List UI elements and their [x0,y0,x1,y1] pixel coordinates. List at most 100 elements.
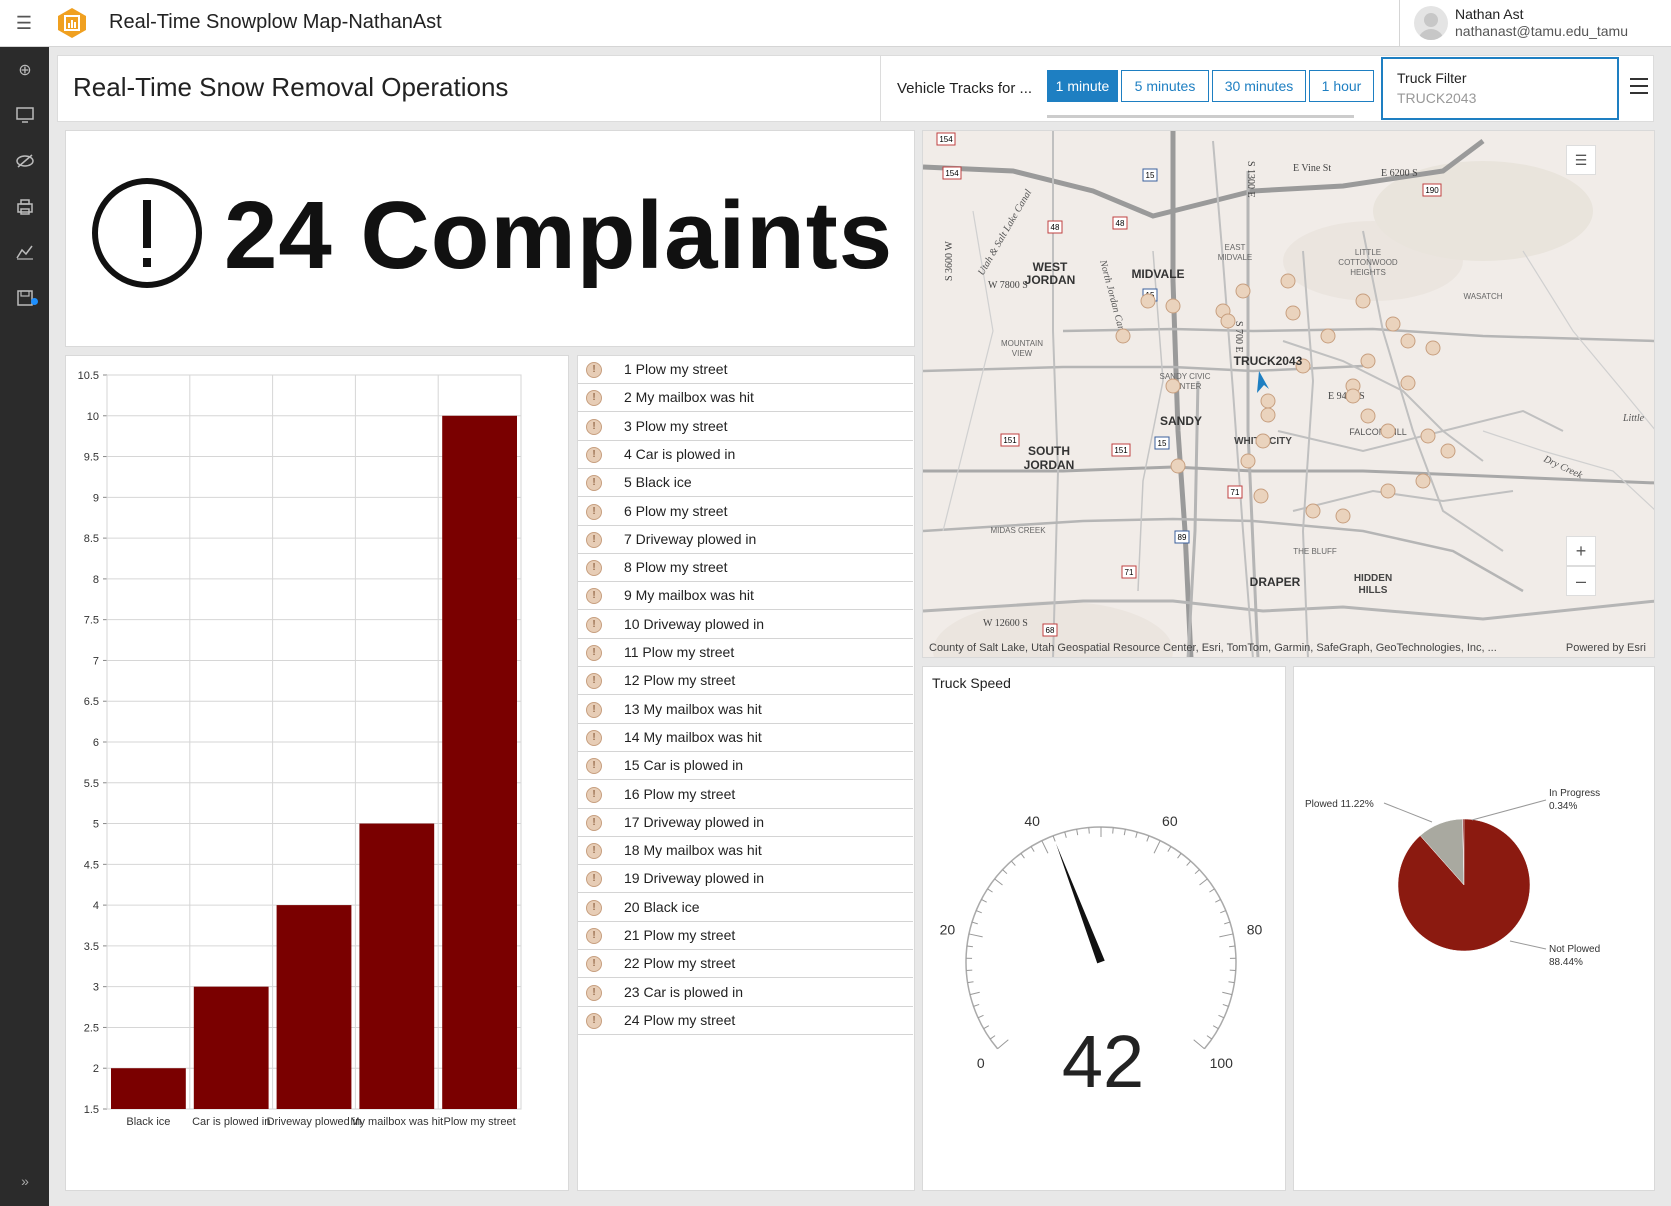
y-tick-label: 3 [93,982,99,994]
list-item[interactable]: ! 17 Driveway plowed in [578,809,913,837]
gauge-tick [987,888,993,893]
track-option-30-minutes[interactable]: 30 minutes [1212,70,1306,102]
list-item[interactable]: ! 24 Plow my street [578,1007,913,1035]
bar [193,986,269,1109]
header-menu-icon[interactable] [1630,78,1648,94]
exclamation-icon: ! [586,843,602,860]
map-label-the-bluff: THE BLUFF [1293,547,1337,556]
snowplow-map[interactable]: WEST JORDAN MIDVALE SANDY SOUTH JORDAN D… [922,130,1655,658]
svg-text:154: 154 [939,135,953,144]
list-item[interactable]: ! 22 Plow my street [578,950,913,979]
complaints-indicator: 24 Complaints [65,130,915,347]
pie-label: In Progress [1549,788,1600,799]
bar [276,905,352,1109]
list-item[interactable]: ! 11 Plow my street [578,639,913,667]
list-item-label: 15 Car is plowed in [624,757,744,774]
monitor-icon[interactable] [14,104,36,126]
map-canvas[interactable]: WEST JORDAN MIDVALE SANDY SOUTH JORDAN D… [923,131,1655,658]
list-item[interactable]: ! 6 Plow my street [578,498,913,526]
svg-text:190: 190 [1425,186,1439,195]
list-item-label: 17 Driveway plowed in [624,813,765,830]
y-tick-label: 4.5 [84,859,99,871]
list-item[interactable]: ! 12 Plow my street [578,667,913,696]
gauge-tick [994,878,1003,886]
list-item[interactable]: ! 20 Black ice [578,894,913,922]
list-item[interactable]: ! 1 Plow my street [578,356,913,384]
list-item-label: 11 Plow my street [624,644,735,660]
list-item-label: 9 My mailbox was hit [624,587,754,604]
dashboard-logo-icon [58,8,86,38]
y-tick-label: 2 [93,1063,99,1075]
map-attribution[interactable]: County of Salt Lake, Utah Geospatial Res… [929,642,1497,654]
y-tick-label: 7.5 [84,615,99,627]
pie-label: Not Plowed [1549,944,1600,955]
gauge-tick-label: 60 [1162,813,1178,829]
list-item-label: 13 My mailbox was hit [624,700,762,717]
map-road-s-1300-e: S 1300 E [1245,161,1256,198]
x-tick-label: Car is plowed in [192,1116,270,1128]
gauge-tick [1146,835,1150,842]
powered-by-esri[interactable]: Powered by Esri [1566,642,1646,654]
list-item[interactable]: ! 23 Car is plowed in [578,979,913,1007]
list-item[interactable]: ! 21 Plow my street [578,922,913,950]
exclamation-icon: ! [586,814,602,831]
list-item-label: 24 Plow my street [624,1011,736,1028]
gauge-arc [965,826,1237,1050]
gauge-tick [1167,846,1172,852]
track-option-5-minutes[interactable]: 5 minutes [1121,70,1209,102]
bar [111,1068,186,1109]
exclamation-icon: ! [586,616,602,633]
list-item[interactable]: ! 19 Driveway plowed in [578,865,913,894]
list-item-label: 4 Car is plowed in [624,445,736,462]
list-item[interactable]: ! 5 Black ice [578,469,913,498]
list-item[interactable]: ! 15 Car is plowed in [578,752,913,781]
exclamation-icon: ! [586,560,602,577]
y-tick-label: 5.5 [84,778,99,790]
track-option-1-minute[interactable]: 1 minute [1047,70,1118,102]
y-tick-label: 8 [93,574,99,586]
exclamation-icon: ! [586,758,602,775]
exclamation-icon: ! [586,1012,602,1029]
list-item-label: 12 Plow my street [624,672,736,689]
truck-filter[interactable]: Truck Filter TRUCK2043 [1381,57,1619,120]
zoom-in-button[interactable]: + [1566,536,1596,566]
list-item[interactable]: ! 9 My mailbox was hit [578,582,913,611]
map-label-mountain-view: MOUNTAIN [1001,339,1043,348]
user-menu[interactable]: Nathan Ast nathanast@tamu.edu_tamu [1399,0,1671,47]
list-item[interactable]: ! 4 Car is plowed in [578,441,913,469]
exclamation-icon: ! [586,729,602,746]
exclamation-icon: ! [586,446,602,463]
svg-text:48: 48 [1116,219,1125,228]
exclamation-icon: ! [586,786,602,803]
truck-filter-value[interactable]: TRUCK2043 [1397,90,1476,106]
expand-icon[interactable]: » [14,1173,36,1195]
svg-text:48: 48 [1051,223,1060,232]
list-item[interactable]: ! 3 Plow my street [578,413,913,441]
pie-label: 88.44% [1549,957,1583,968]
add-icon[interactable]: ⊕ [14,60,36,82]
list-item[interactable]: ! 7 Driveway plowed in [578,526,913,554]
pie-leader-line [1383,802,1433,823]
map-legend-icon[interactable]: ☰ [1566,145,1596,175]
list-item[interactable]: ! 2 My mailbox was hit [578,384,913,413]
gauge-tick [971,921,978,925]
print-icon[interactable] [14,196,36,218]
zoom-out-button[interactable]: – [1566,566,1596,596]
list-item[interactable]: ! 18 My mailbox was hit [578,837,913,866]
exclamation-icon: ! [586,645,602,661]
gauge-tick [1123,829,1126,836]
list-item-label: 14 My mailbox was hit [624,728,762,745]
track-option-1-hour[interactable]: 1 hour [1309,70,1374,102]
list-item-label: 5 Black ice [624,474,692,491]
chart-icon[interactable] [14,241,36,263]
list-item[interactable]: ! 8 Plow my street [578,554,913,583]
plow-status-pie: Plowed 11.22% In Progress 0.34% Not Plowed 8… [1293,666,1655,1191]
list-item[interactable]: ! 16 Plow my street [578,781,913,809]
list-item[interactable]: ! 14 My mailbox was hit [578,724,913,752]
list-item[interactable]: ! 10 Driveway plowed in [578,611,913,639]
y-tick-label: 9 [93,492,99,504]
svg-text:151: 151 [1003,436,1017,445]
menu-icon[interactable]: ☰ [14,13,34,33]
list-item[interactable]: ! 13 My mailbox was hit [578,696,913,724]
eye-off-icon[interactable] [14,150,36,172]
